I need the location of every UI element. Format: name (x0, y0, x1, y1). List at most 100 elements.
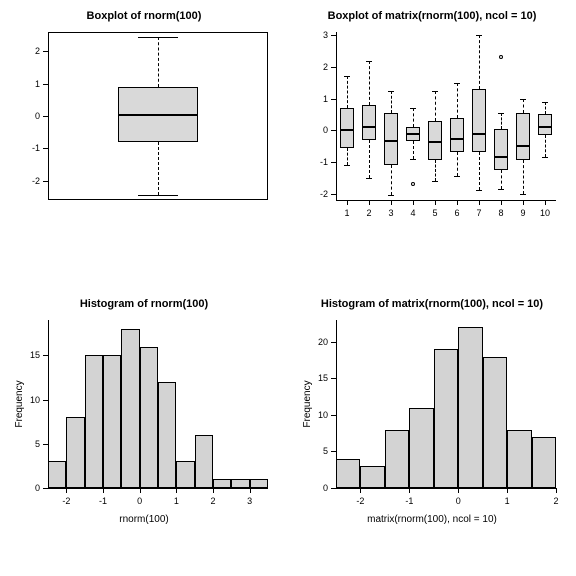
x-tick-label: -1 (405, 496, 413, 506)
whisker-upper (545, 102, 546, 115)
whisker-cap (344, 76, 351, 77)
y-tick-label: 1 (0, 79, 40, 89)
whisker-cap (476, 35, 483, 36)
y-tick-label: -1 (0, 143, 40, 153)
y-tick-label: 3 (288, 30, 328, 40)
whisker-lower (501, 170, 502, 189)
whisker-cap (476, 190, 483, 191)
median (340, 129, 353, 131)
whisker-upper (523, 99, 524, 113)
whisker-cap (454, 83, 461, 84)
box (362, 105, 375, 140)
x-tick-label: 2 (366, 208, 371, 218)
box (516, 113, 529, 161)
whisker-upper (158, 37, 159, 87)
x-tick-label: -2 (356, 496, 364, 506)
x-tick-label: 8 (498, 208, 503, 218)
hist-bar (360, 466, 384, 488)
x-tick (391, 200, 392, 205)
y-tick-label: 5 (0, 439, 40, 449)
x-tick (479, 200, 480, 205)
x-tick (413, 200, 414, 205)
y-tick-label: 5 (288, 446, 328, 456)
y-tick-label: 0 (288, 125, 328, 135)
hist-bar (231, 479, 249, 488)
whisker-lower (435, 160, 436, 181)
whisker-cap (498, 113, 505, 114)
y-tick-label: 0 (0, 483, 40, 493)
y-tick (43, 444, 48, 445)
hist-bar (66, 417, 84, 488)
x-tick (409, 488, 410, 493)
hist-bar (507, 430, 531, 488)
whisker-cap (388, 195, 395, 196)
chart-title: Boxplot of matrix(rnorm(100), ncol = 10) (288, 10, 576, 22)
x-tick-label: -1 (99, 496, 107, 506)
hist-bar (250, 479, 268, 488)
hist-bar (532, 437, 556, 488)
whisker-upper (435, 91, 436, 121)
histogram-matrix: Histogram of matrix(rnorm(100), ncol = 1… (288, 288, 576, 576)
y-tick-label: -2 (0, 176, 40, 186)
whisker-cap (542, 102, 549, 103)
whisker-lower (457, 152, 458, 176)
y-axis-title: Frequency (14, 380, 25, 427)
y-tick-label: 2 (0, 46, 40, 56)
x-tick-label: 4 (410, 208, 415, 218)
hist-bar (336, 459, 360, 488)
x-tick (556, 488, 557, 493)
x-axis-title: matrix(rnorm(100), ncol = 10) (288, 514, 576, 525)
y-axis-line (336, 32, 337, 200)
whisker-cap (432, 181, 439, 182)
whisker-lower (479, 152, 480, 190)
hist-bar (103, 355, 121, 488)
x-tick (369, 200, 370, 205)
whisker-cap (388, 91, 395, 92)
whisker-cap (410, 159, 417, 160)
y-tick-label: 1 (288, 94, 328, 104)
x-tick (66, 488, 67, 493)
whisker-lower (391, 165, 392, 195)
chart-title: Histogram of matrix(rnorm(100), ncol = 1… (288, 298, 576, 310)
whisker-cap (138, 37, 178, 38)
y-tick-label: 2 (288, 62, 328, 72)
whisker-cap (344, 165, 351, 166)
whisker-lower (523, 160, 524, 193)
hist-bar (458, 327, 482, 488)
x-tick-label: -2 (62, 496, 70, 506)
whisker-cap (520, 99, 527, 100)
whisker-cap (498, 189, 505, 190)
whisker-upper (501, 113, 502, 129)
whisker-lower (545, 135, 546, 157)
whisker-cap (520, 194, 527, 195)
histogram-single: Histogram of rnorm(100) 051015-2-10123Fr… (0, 288, 288, 576)
hist-bar (176, 461, 194, 488)
boxplot-matrix: Boxplot of matrix(rnorm(100), ncol = 10)… (288, 0, 576, 288)
x-tick (250, 488, 251, 493)
x-tick-label: 6 (454, 208, 459, 218)
x-tick-label: 9 (520, 208, 525, 218)
chart-title: Histogram of rnorm(100) (0, 298, 288, 310)
whisker-upper (457, 83, 458, 118)
whisker-lower (369, 140, 370, 178)
median (516, 145, 529, 147)
median (406, 133, 419, 135)
x-tick-label: 7 (476, 208, 481, 218)
x-tick-label: 3 (247, 496, 252, 506)
chart-title: Boxplot of rnorm(100) (0, 10, 288, 22)
median (538, 126, 551, 128)
x-tick (523, 200, 524, 205)
hist-bar (85, 355, 103, 488)
whisker-cap (366, 178, 373, 179)
whisker-lower (347, 148, 348, 165)
hist-bar (213, 479, 231, 488)
y-tick-label: 15 (0, 350, 40, 360)
y-tick-label: 20 (288, 337, 328, 347)
x-tick-label: 0 (456, 496, 461, 506)
x-tick (103, 488, 104, 493)
y-tick-label: -2 (288, 189, 328, 199)
x-tick-label: 1 (344, 208, 349, 218)
y-tick (331, 488, 336, 489)
x-tick (545, 200, 546, 205)
hist-bar (434, 349, 458, 488)
